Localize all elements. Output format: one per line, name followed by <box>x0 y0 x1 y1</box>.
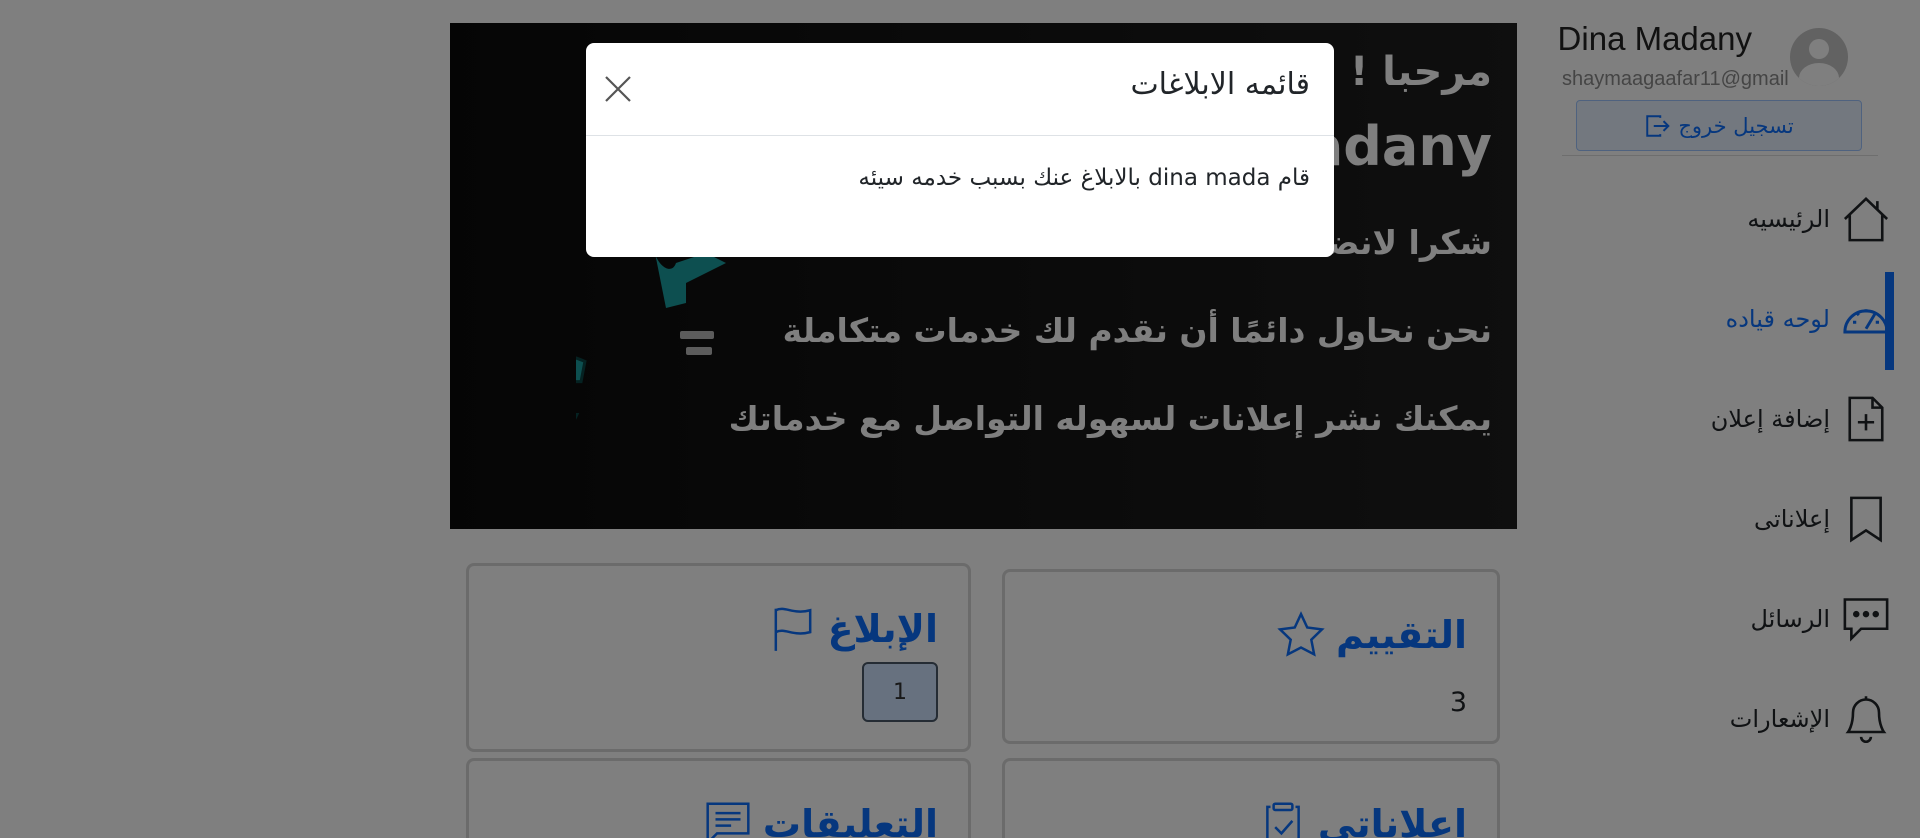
modal-header: قائمه الابلاغات <box>586 43 1334 136</box>
close-icon <box>605 76 631 102</box>
modal-report-text: قام dina mada بالابلاغ عنك بسبب خدمه سيئ… <box>858 165 1310 191</box>
close-button[interactable] <box>602 73 634 105</box>
modal-title: قائمه الابلاغات <box>1130 67 1310 102</box>
reports-modal: قائمه الابلاغات قام dina mada بالابلاغ ع… <box>586 43 1334 257</box>
